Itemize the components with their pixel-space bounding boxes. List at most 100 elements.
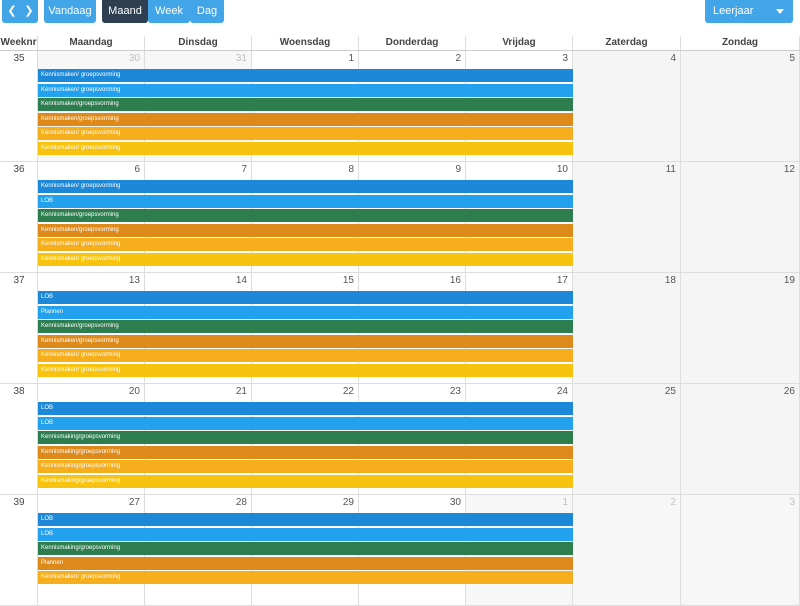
header-day-woensdag: Woensdag [252, 36, 359, 50]
header-day-donderdag: Donderdag [359, 36, 466, 50]
calendar-event[interactable]: Kennismaken/ groepsvorming [38, 252, 573, 266]
week-number-cell: 36 [0, 162, 38, 273]
calendar-event[interactable]: LOB [38, 194, 573, 208]
day-number[interactable]: 31 [236, 53, 247, 64]
day-number[interactable]: 29 [343, 497, 354, 508]
day-cell[interactable]: 25 [573, 384, 681, 495]
day-number[interactable]: 27 [129, 497, 140, 508]
day-number[interactable]: 7 [241, 164, 247, 175]
calendar-event[interactable]: Kennismaken/ groepsvorming [38, 349, 573, 362]
week-number: 35 [13, 53, 25, 64]
day-cell[interactable]: 3 [681, 495, 800, 606]
day-number[interactable]: 14 [236, 275, 247, 286]
leerjaar-select[interactable]: Leerjaar [705, 0, 793, 23]
day-number[interactable]: 15 [343, 275, 354, 286]
week-view-button[interactable]: Week [148, 0, 190, 23]
day-number[interactable]: 23 [450, 386, 461, 397]
calendar-event[interactable]: Kennismaken/ groepsvorming [38, 69, 573, 82]
week-number: 37 [13, 275, 25, 286]
day-number[interactable]: 16 [450, 275, 461, 286]
calendar-event[interactable]: Kennismaking/groepsvorming [38, 474, 573, 488]
day-number[interactable]: 1 [562, 497, 568, 508]
day-cell[interactable]: 5 [681, 51, 800, 162]
calendar-event[interactable]: Kennismaking/groepsvorming [38, 542, 573, 555]
calendar-event[interactable]: Plannen [38, 556, 573, 570]
calendar-event[interactable]: Kennismaken/groepsvorming [38, 334, 573, 348]
day-number[interactable]: 3 [789, 497, 795, 508]
day-number[interactable]: 2 [455, 53, 461, 64]
week-number: 38 [13, 386, 25, 397]
week-number-cell: 39 [0, 495, 38, 606]
day-cell[interactable]: 18 [573, 273, 681, 384]
select-value: Leerjaar [713, 5, 754, 17]
header-day-maandag: Maandag [38, 36, 145, 50]
day-number[interactable]: 18 [665, 275, 676, 286]
day-number[interactable]: 25 [665, 386, 676, 397]
header-weeknr: Weeknr [0, 36, 38, 50]
header-day-dinsdag: Dinsdag [145, 36, 252, 50]
day-number[interactable]: 13 [129, 275, 140, 286]
day-cell[interactable]: 2 [573, 495, 681, 606]
calendar-event[interactable]: Plannen [38, 305, 573, 319]
header-day-zondag: Zondag [681, 36, 800, 50]
day-number[interactable]: 26 [784, 386, 795, 397]
day-number[interactable]: 8 [348, 164, 354, 175]
calendar-event[interactable]: Kennismaken/groepsvorming [38, 98, 573, 111]
day-number[interactable]: 22 [343, 386, 354, 397]
calendar-event[interactable]: Kennismaken/ groepsvorming [38, 127, 573, 140]
calendar-event[interactable]: Kennismaken/ groepsvorming [38, 238, 573, 251]
chevron-right-icon: ❯ [24, 5, 34, 17]
calendar-event[interactable]: Kennismaken/ groepsvorming [38, 571, 573, 584]
prev-button[interactable]: ❮ [3, 0, 21, 23]
day-cell[interactable]: 4 [573, 51, 681, 162]
day-cell[interactable]: 11 [573, 162, 681, 273]
day-number[interactable]: 28 [236, 497, 247, 508]
day-number[interactable]: 4 [670, 53, 676, 64]
day-number[interactable]: 11 [666, 164, 676, 175]
day-cell[interactable]: 26 [681, 384, 800, 495]
day-number[interactable]: 19 [784, 275, 795, 286]
calendar-event[interactable]: Kennismaken/ groepsvorming [38, 83, 573, 97]
day-number[interactable]: 9 [455, 164, 461, 175]
week-number: 39 [13, 497, 25, 508]
day-number[interactable]: 17 [557, 275, 568, 286]
day-view-button[interactable]: Dag [190, 0, 224, 23]
week-number-cell: 38 [0, 384, 38, 495]
calendar-event[interactable]: Kennismaking/groepsvorming [38, 460, 573, 473]
calendar-event[interactable]: LOB [38, 527, 573, 541]
chevron-left-icon: ❮ [7, 5, 17, 17]
today-button[interactable]: Vandaag [44, 0, 96, 23]
calendar-event[interactable]: LOB [38, 513, 573, 526]
day-number[interactable]: 6 [134, 164, 140, 175]
day-number[interactable]: 12 [784, 164, 795, 175]
header-day-zaterdag: Zaterdag [573, 36, 681, 50]
day-number[interactable]: 3 [562, 53, 568, 64]
day-cell[interactable]: 12 [681, 162, 800, 273]
day-number[interactable]: 5 [789, 53, 795, 64]
calendar-event[interactable]: LOB [38, 291, 573, 304]
day-cell[interactable]: 19 [681, 273, 800, 384]
calendar-event[interactable]: Kennismaken/groepsvorming [38, 209, 573, 222]
calendar-event[interactable]: Kennismaken/groepsvorming [38, 112, 573, 126]
calendar-event[interactable]: Kennismaken/ groepsvorming [38, 363, 573, 377]
day-number[interactable]: 10 [557, 164, 568, 175]
week-number-cell: 35 [0, 51, 38, 162]
day-number[interactable]: 2 [670, 497, 676, 508]
day-number[interactable]: 24 [557, 386, 568, 397]
next-button[interactable]: ❯ [20, 0, 38, 23]
calendar-event[interactable]: LOB [38, 402, 573, 415]
day-number[interactable]: 21 [236, 386, 247, 397]
day-number[interactable]: 20 [129, 386, 140, 397]
calendar-event[interactable]: LOB [38, 416, 573, 430]
day-number[interactable]: 30 [129, 53, 140, 64]
calendar-event[interactable]: Kennismaken/ groepsvorming [38, 180, 573, 193]
day-number[interactable]: 30 [450, 497, 461, 508]
calendar-event[interactable]: Kennismaking/groepsvorming [38, 431, 573, 444]
calendar-event[interactable]: Kennismaken/groepsvorming [38, 223, 573, 237]
calendar-event[interactable]: Kennismaken/ groepsvorming [38, 141, 573, 155]
calendar-event[interactable]: Kennismaken/groepsvorming [38, 320, 573, 333]
header-day-vrijdag: Vrijdag [466, 36, 573, 50]
day-number[interactable]: 1 [348, 53, 354, 64]
calendar-event[interactable]: Kennismaking/groepsvorming [38, 445, 573, 459]
month-view-button[interactable]: Maand [102, 0, 148, 23]
